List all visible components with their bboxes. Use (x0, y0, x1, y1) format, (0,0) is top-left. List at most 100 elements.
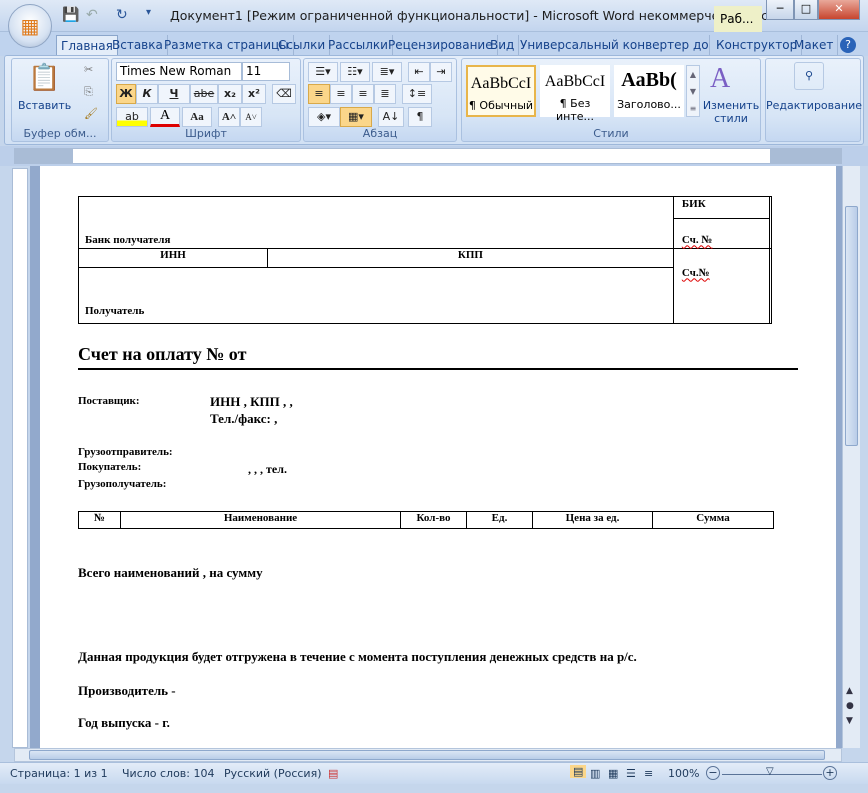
sort-icon[interactable]: A↓ (378, 107, 404, 127)
bik-value-cell[interactable] (768, 195, 773, 250)
justify-icon[interactable]: ≣ (374, 84, 396, 104)
undo-icon[interactable]: ↶ (86, 7, 98, 23)
style-preview: AaBb( (621, 69, 677, 91)
strikethrough-button[interactable]: abe (190, 84, 218, 104)
zoom-out-icon[interactable]: − (706, 766, 720, 780)
minimize-button[interactable]: ─ (766, 0, 794, 20)
buyer-line: , , , тел. (248, 462, 287, 476)
tab-references[interactable]: Ссылки (274, 35, 331, 56)
show-marks-button[interactable]: ¶ (408, 107, 432, 127)
prev-page-icon[interactable]: ▲ (846, 686, 853, 696)
paragraph-label: Абзац (362, 127, 398, 140)
language-status[interactable]: Русский (Россия) (224, 767, 322, 780)
qat-customize-icon[interactable]: ▾ (146, 7, 151, 18)
account2-value-cell[interactable] (768, 248, 773, 324)
bullets-icon[interactable]: ☰▾ (308, 62, 338, 82)
underline-button[interactable]: Ч (158, 84, 190, 104)
highlight-icon[interactable]: ab (116, 107, 148, 127)
maximize-button[interactable]: □ (794, 0, 818, 20)
document-page[interactable]: Банк получателя БИК Сч. № ИНН КПП Сч.№ П… (40, 166, 836, 748)
save-icon[interactable]: 💾 (62, 7, 79, 23)
page-status[interactable]: Страница: 1 из 1 (10, 767, 108, 780)
zoom-slider-thumb[interactable]: ▽ (766, 766, 774, 777)
font-name-combo[interactable]: Times New Roman (116, 62, 242, 81)
editing-button[interactable]: Редактирование (766, 99, 862, 112)
style-normal[interactable]: AaBbCcI ¶ Обычный (466, 65, 536, 117)
bold-button[interactable]: Ж (116, 84, 136, 104)
line-spacing-icon[interactable]: ↕≡ (402, 84, 432, 104)
tab-insert[interactable]: Вставка (108, 35, 168, 56)
tab-view[interactable]: Вид (486, 35, 520, 56)
full-screen-reading-icon[interactable]: ▥ (590, 767, 600, 780)
tab-review[interactable]: Рецензирование (384, 35, 498, 56)
grow-font-button[interactable]: A˄ (218, 107, 240, 127)
font-color-icon[interactable]: A (150, 107, 180, 127)
consignee-label: Грузополучатель: (78, 478, 167, 490)
buyer-label: Покупатель: (78, 461, 142, 473)
web-layout-icon[interactable]: ▦ (608, 767, 618, 780)
next-page-icon[interactable]: ▼ (846, 716, 853, 726)
col-sum: Сумма (652, 511, 774, 529)
tab-design[interactable]: Конструктор (712, 35, 803, 56)
redo-icon[interactable]: ↻ (116, 7, 128, 23)
browse-object-icon[interactable]: ● (846, 701, 854, 711)
change-case-button[interactable]: Aa (182, 107, 212, 127)
tab-layout[interactable]: Макет (790, 35, 839, 56)
tab-mailings[interactable]: Рассылки (324, 35, 393, 56)
year-line: Год выпуска - г. (78, 715, 170, 730)
subscript-button[interactable]: x₂ (218, 84, 242, 104)
bik-label: БИК (672, 195, 770, 220)
decrease-indent-icon[interactable]: ⇤ (408, 62, 430, 82)
format-painter-icon[interactable]: 🖌 (84, 107, 98, 120)
tab-converter[interactable]: Универсальный конвертер докуме (516, 35, 710, 56)
zoom-level[interactable]: 100% (668, 767, 699, 780)
multilevel-list-icon[interactable]: ≣▾ (372, 62, 402, 82)
paste-icon[interactable]: 📋 (28, 63, 60, 93)
align-right-icon[interactable]: ≡ (352, 84, 374, 104)
shading-icon[interactable]: ◈▾ (308, 107, 340, 127)
align-center-icon[interactable]: ≡ (330, 84, 352, 104)
cut-icon[interactable]: ✂ (84, 63, 93, 76)
shipping-line: Данная продукция будет отгружена в течен… (78, 649, 637, 664)
editing-group: ⚲ Редактирование (765, 58, 862, 142)
clear-formatting-icon[interactable]: ⌫ (272, 84, 296, 104)
font-size-combo[interactable]: 11 (242, 62, 290, 81)
vertical-scrollbar[interactable]: ▲ ● ▼ (842, 166, 860, 748)
paragraph-group: ☰▾ ☷▾ ≣▾ ⇤ ⇥ ≡ ≡ ≡ ≣ ↕≡ ◈▾ ▦▾ A↓ ¶ Абзац (303, 58, 457, 142)
borders-icon[interactable]: ▦▾ (340, 107, 372, 127)
col-qty: Кол-во (400, 511, 467, 529)
draft-icon[interactable]: ≡ (644, 767, 653, 780)
zoom-in-icon[interactable]: + (823, 766, 837, 780)
superscript-button[interactable]: x² (242, 84, 266, 104)
office-button[interactable]: ▦ (8, 4, 52, 48)
ribbon: 📋 Вставить ✂ ⎘ 🖌 Буфер обм... Times New … (4, 55, 864, 145)
bank-details-table: Банк получателя БИК Сч. № ИНН КПП Сч.№ П… (78, 195, 773, 325)
paste-button[interactable]: Вставить (18, 99, 71, 112)
styles-scroll[interactable]: ▲ ▼ ≡ (686, 65, 700, 117)
style-no-spacing[interactable]: AaBbCcI ¶ Без инте... (540, 65, 610, 123)
italic-button[interactable]: К (136, 84, 158, 104)
change-styles-button[interactable]: Изменить стили (702, 99, 760, 125)
horizontal-ruler[interactable] (14, 148, 842, 164)
clipboard-label: Буфер обм... (23, 127, 97, 140)
find-icon[interactable]: ⚲ (794, 62, 824, 90)
print-layout-icon[interactable]: ▤ (570, 765, 587, 778)
outline-icon[interactable]: ☰ (626, 767, 636, 780)
help-icon[interactable]: ? (840, 37, 856, 53)
vertical-ruler[interactable] (12, 168, 28, 748)
copy-icon[interactable]: ⎘ (84, 85, 93, 99)
numbering-icon[interactable]: ☷▾ (340, 62, 370, 82)
recipient-label: Получатель (78, 266, 674, 325)
close-button[interactable]: ✕ (818, 0, 860, 20)
change-styles-icon[interactable]: A (710, 63, 730, 95)
increase-indent-icon[interactable]: ⇥ (430, 62, 452, 82)
hscroll-thumb[interactable] (29, 750, 825, 760)
col-name: Наименование (120, 511, 401, 529)
scroll-thumb[interactable] (845, 206, 858, 446)
proofing-icon[interactable]: ▤ (328, 767, 338, 780)
shrink-font-button[interactable]: A˅ (240, 107, 262, 127)
word-count[interactable]: Число слов: 104 (122, 767, 215, 780)
style-heading[interactable]: AaBb(Заголово... (614, 65, 684, 117)
align-left-icon[interactable]: ≡ (308, 84, 330, 104)
horizontal-scrollbar[interactable] (14, 748, 842, 762)
